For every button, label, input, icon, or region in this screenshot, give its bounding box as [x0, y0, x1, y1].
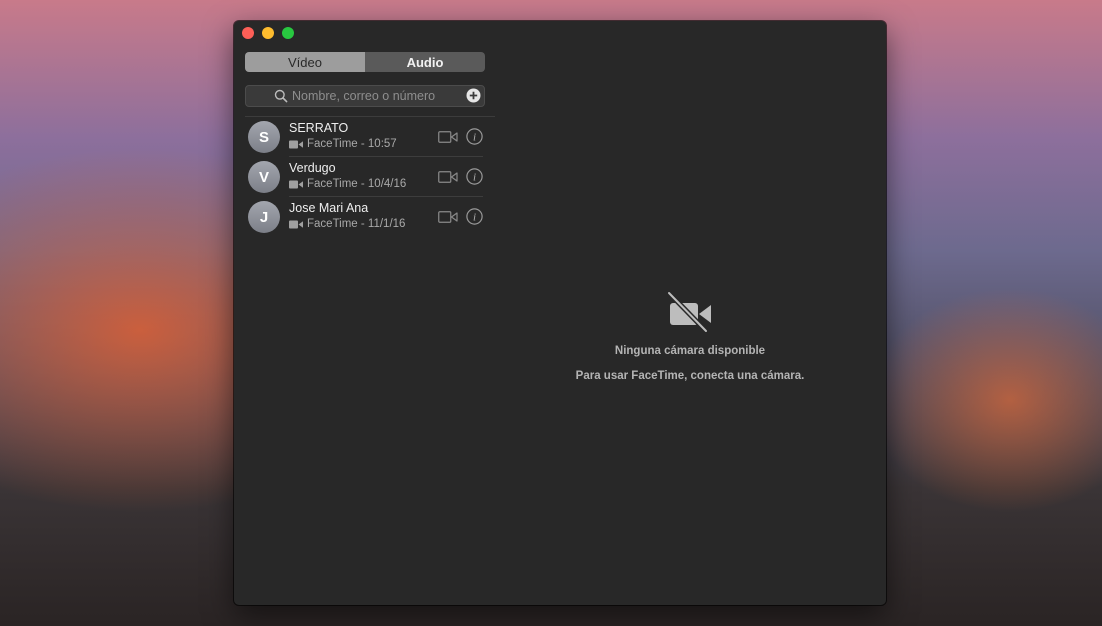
add-contact-icon[interactable]: [466, 88, 481, 103]
video-camera-small-icon: [289, 180, 303, 188]
segmented-tabs: Vídeo Audio: [245, 52, 485, 72]
avatar: S: [248, 121, 280, 153]
search-icon: [274, 89, 288, 103]
avatar: V: [248, 161, 280, 193]
video-camera-icon[interactable]: [438, 171, 458, 183]
svg-text:i: i: [473, 212, 476, 224]
contact-detail: FaceTime - 11/1/16: [289, 218, 405, 230]
avatar: J: [248, 201, 280, 233]
contact-detail: FaceTime - 10/4/16: [289, 178, 406, 190]
list-item[interactable]: V Verdugo FaceTime - 10/4/16 i: [247, 157, 483, 197]
contact-name: Jose Mari Ana: [289, 201, 369, 215]
contact-detail-text: FaceTime - 11/1/16: [307, 218, 406, 230]
contact-detail-text: FaceTime - 10:57: [307, 138, 397, 150]
contact-detail-text: FaceTime - 10/4/16: [307, 178, 407, 190]
list-item[interactable]: S SERRATO FaceTime - 10:57 i: [247, 117, 483, 157]
facetime-window: Vídeo Audio S SERRATO FaceTime - 10:57: [234, 21, 886, 605]
info-icon[interactable]: i: [466, 208, 483, 225]
video-camera-small-icon: [289, 140, 303, 148]
no-camera-title: Ninguna cámara disponible: [614, 345, 766, 357]
video-camera-icon[interactable]: [438, 211, 458, 223]
window-controls: [242, 27, 294, 39]
tab-video[interactable]: Vídeo: [245, 52, 365, 72]
search-field[interactable]: [245, 85, 485, 107]
info-icon[interactable]: i: [466, 168, 483, 185]
contact-name: Verdugo: [289, 161, 336, 175]
minimize-button[interactable]: [262, 27, 274, 39]
info-icon[interactable]: i: [466, 128, 483, 145]
video-camera-icon[interactable]: [438, 131, 458, 143]
tab-audio[interactable]: Audio: [365, 52, 485, 72]
camera-off-icon: [666, 291, 711, 333]
video-camera-small-icon: [289, 220, 303, 228]
contact-name: SERRATO: [289, 121, 349, 135]
close-button[interactable]: [242, 27, 254, 39]
search-input[interactable]: [292, 86, 462, 106]
svg-text:i: i: [473, 172, 476, 184]
svg-text:i: i: [473, 132, 476, 144]
contact-detail: FaceTime - 10:57: [289, 138, 397, 150]
no-camera-panel: Ninguna cámara disponible Para usar Face…: [494, 291, 886, 382]
zoom-button[interactable]: [282, 27, 294, 39]
list-item[interactable]: J Jose Mari Ana FaceTime - 11/1/16 i: [247, 197, 483, 237]
no-camera-message: Para usar FaceTime, conecta una cámara.: [575, 370, 805, 382]
